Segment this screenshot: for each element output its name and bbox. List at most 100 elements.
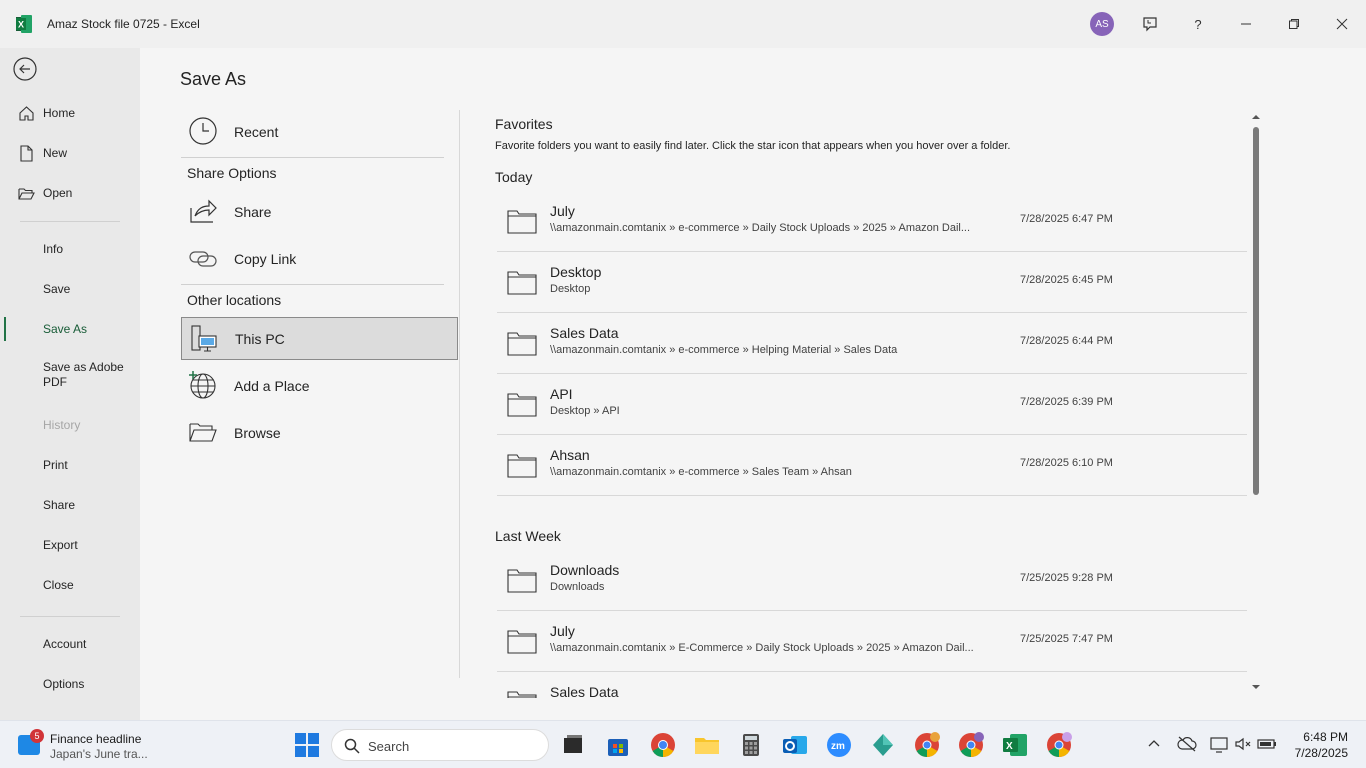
scroll-down-icon[interactable] bbox=[1251, 682, 1261, 692]
folder-path: Downloads bbox=[550, 581, 605, 593]
folder-row[interactable]: Desktop Desktop 7/28/2025 6:45 PM bbox=[497, 252, 1247, 313]
folder-icon bbox=[507, 454, 537, 478]
folder-path: Desktop » API bbox=[550, 405, 620, 417]
this-pc-icon bbox=[191, 325, 217, 352]
file-explorer-icon[interactable] bbox=[693, 731, 721, 759]
close-window-button[interactable] bbox=[1330, 12, 1354, 36]
folder-path: \\amazonmain.comtanix » e-commerce » Sal… bbox=[550, 466, 852, 478]
open-folder-icon bbox=[18, 188, 35, 200]
backstage-nav: Home New Open Info Save Save As Save as … bbox=[0, 48, 140, 720]
active-indicator bbox=[4, 317, 6, 341]
location-recent[interactable]: Recent bbox=[181, 110, 458, 153]
location-add-place[interactable]: Add a Place bbox=[181, 364, 458, 407]
nav-divider bbox=[20, 221, 120, 222]
nav-close[interactable]: Close bbox=[0, 567, 140, 603]
folder-name: Downloads bbox=[550, 562, 620, 578]
folder-row[interactable]: Sales Data bbox=[497, 672, 1247, 698]
teal-app-icon[interactable] bbox=[869, 731, 897, 759]
zoom-icon[interactable]: zm bbox=[825, 731, 853, 759]
folders-scrollbar[interactable] bbox=[1251, 112, 1261, 692]
folder-name: Sales Data bbox=[550, 684, 619, 698]
panel-divider bbox=[459, 110, 460, 678]
nav-save[interactable]: Save bbox=[0, 271, 140, 307]
folder-date: 7/25/2025 9:28 PM bbox=[1020, 572, 1113, 584]
folder-path: Desktop bbox=[550, 283, 591, 295]
chevron-up-icon[interactable] bbox=[1147, 737, 1161, 751]
folder-row[interactable]: Ahsan \\amazonmain.comtanix » e-commerce… bbox=[497, 435, 1247, 496]
help-button[interactable]: ? bbox=[1186, 12, 1210, 36]
nav-export[interactable]: Export bbox=[0, 527, 140, 563]
taskbar-search[interactable]: Search bbox=[331, 729, 549, 761]
nav-export-label: Export bbox=[43, 538, 78, 552]
store-icon[interactable] bbox=[604, 731, 632, 759]
nav-info[interactable]: Info bbox=[0, 231, 140, 267]
favorites-heading: Favorites bbox=[495, 116, 553, 132]
svg-text:X: X bbox=[1006, 741, 1013, 752]
nav-print[interactable]: Print bbox=[0, 447, 140, 483]
nav-account[interactable]: Account bbox=[0, 626, 140, 662]
nav-share[interactable]: Share bbox=[0, 487, 140, 523]
battery-icon[interactable] bbox=[1257, 736, 1277, 752]
nav-open-label: Open bbox=[43, 186, 73, 200]
nav-save-as[interactable]: Save As bbox=[0, 311, 140, 347]
browse-folder-icon bbox=[189, 423, 217, 442]
nav-save-label: Save bbox=[43, 282, 71, 296]
folder-path: \\amazonmain.comtanix » E-Commerce » Dai… bbox=[550, 642, 974, 654]
folder-date: 7/28/2025 6:39 PM bbox=[1020, 396, 1113, 408]
location-browse[interactable]: Browse bbox=[181, 411, 458, 454]
folder-icon bbox=[507, 332, 537, 356]
chrome-profile-icon[interactable] bbox=[913, 731, 941, 759]
volume-muted-icon[interactable] bbox=[1234, 735, 1252, 753]
other-locations-heading: Other locations bbox=[187, 292, 282, 308]
new-document-icon bbox=[20, 145, 33, 162]
nav-open[interactable]: Open bbox=[0, 175, 140, 211]
favorites-description: Favorite folders you want to easily find… bbox=[495, 140, 1011, 152]
calculator-icon[interactable] bbox=[737, 731, 765, 759]
folder-date: 7/25/2025 7:47 PM bbox=[1020, 633, 1113, 645]
windows-start-icon[interactable] bbox=[293, 731, 321, 759]
nav-options[interactable]: Options bbox=[0, 666, 140, 702]
location-copy-link[interactable]: Copy Link bbox=[181, 237, 458, 280]
folder-name: Ahsan bbox=[550, 447, 590, 463]
chrome-profile-icon[interactable] bbox=[957, 731, 985, 759]
location-this-pc-label: This PC bbox=[235, 330, 285, 347]
folder-row[interactable]: API Desktop » API 7/28/2025 6:39 PM bbox=[497, 374, 1247, 435]
back-arrow-icon[interactable] bbox=[13, 57, 37, 81]
outlook-icon[interactable] bbox=[781, 731, 809, 759]
excel-taskbar-icon[interactable]: X bbox=[1001, 731, 1029, 759]
folder-row[interactable]: July \\amazonmain.comtanix » E-Commerce … bbox=[497, 611, 1247, 672]
folder-row[interactable]: Sales Data \\amazonmain.comtanix » e-com… bbox=[497, 313, 1247, 374]
nav-home[interactable]: Home bbox=[0, 95, 140, 131]
today-heading: Today bbox=[495, 169, 533, 185]
news-widget[interactable]: 5 Finance headline Japan's June tra... bbox=[18, 729, 188, 761]
system-clock[interactable]: 6:48 PM 7/28/2025 bbox=[1284, 729, 1348, 761]
nav-info-label: Info bbox=[43, 242, 64, 256]
windows-taskbar: 5 Finance headline Japan's June tra... S… bbox=[0, 720, 1366, 768]
feedback-icon[interactable] bbox=[1138, 12, 1162, 36]
nav-save-as-pdf[interactable]: Save as Adobe PDF bbox=[0, 360, 140, 400]
location-share[interactable]: Share bbox=[181, 190, 458, 233]
chrome-profile-icon[interactable] bbox=[1045, 731, 1073, 759]
share-icon bbox=[190, 199, 217, 223]
save-as-page: Save As Recent Share Options Share Copy … bbox=[140, 48, 1366, 720]
task-view-icon[interactable] bbox=[559, 731, 587, 759]
restore-button[interactable] bbox=[1282, 12, 1306, 36]
user-avatar[interactable]: AS bbox=[1090, 12, 1114, 36]
page-title: Save As bbox=[180, 69, 247, 89]
clock-icon bbox=[189, 117, 217, 145]
display-icon[interactable] bbox=[1209, 735, 1229, 753]
cloud-off-icon[interactable] bbox=[1177, 735, 1197, 753]
globe-add-icon bbox=[189, 371, 216, 399]
scrollbar-thumb[interactable] bbox=[1253, 127, 1259, 495]
folder-row[interactable]: Downloads Downloads 7/25/2025 9:28 PM bbox=[497, 550, 1247, 611]
location-recent-label: Recent bbox=[234, 123, 279, 140]
folder-row[interactable]: July \\amazonmain.comtanix » e-commerce … bbox=[497, 191, 1247, 252]
folder-date: 7/28/2025 6:44 PM bbox=[1020, 335, 1113, 347]
location-this-pc[interactable]: This PC bbox=[181, 317, 458, 360]
folder-path: \\amazonmain.comtanix » e-commerce » Hel… bbox=[550, 344, 898, 356]
minimize-button[interactable] bbox=[1234, 12, 1258, 36]
scroll-up-icon[interactable] bbox=[1251, 112, 1261, 122]
chrome-icon[interactable] bbox=[649, 731, 677, 759]
nav-new[interactable]: New bbox=[0, 135, 140, 171]
excel-logo-icon: X bbox=[16, 15, 32, 33]
